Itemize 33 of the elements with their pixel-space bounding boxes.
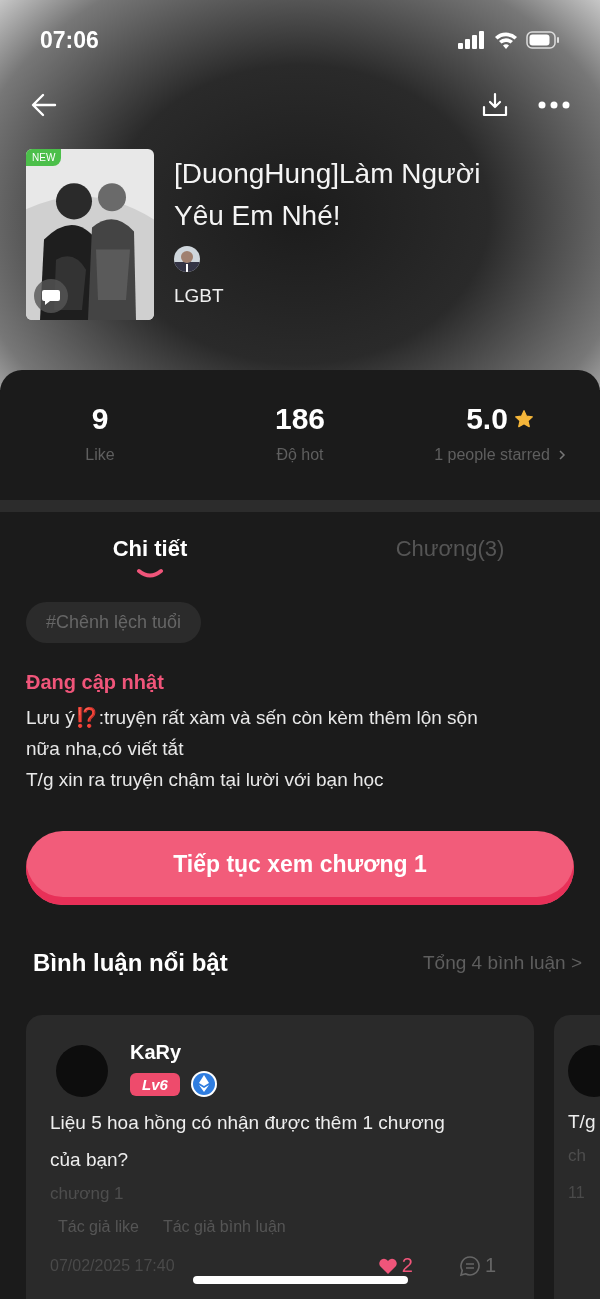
comment-text: T/g (568, 1110, 597, 1134)
back-icon[interactable] (30, 91, 58, 119)
description-text: Lưu ý⁉:truyện rất xàm và sến còn kèm thêm lộn sộn nữa nha,có viết tắt (26, 706, 479, 761)
comment-text: Liệu 5 hoa hồng có nhận được thêm 1 chương của bạn? (50, 1111, 446, 1172)
stat-value: 9 (91, 402, 109, 436)
new-badge: NEW (26, 149, 62, 166)
download-icon[interactable] (482, 92, 508, 118)
description-text: T/g xin ra truyện chậm tại lười với bạn học (26, 768, 385, 792)
chat-bubble-icon[interactable] (34, 279, 68, 313)
stat-label: Like (85, 446, 115, 464)
heart-icon[interactable] (377, 1256, 398, 1275)
level-badge: Lv6 (130, 1072, 180, 1096)
category-label[interactable]: LGBT (174, 285, 224, 307)
stat-value: 186 (274, 402, 326, 436)
tab-indicator (136, 568, 164, 578)
tab[interactable]: Chi tiết (112, 536, 188, 562)
wifi-icon (494, 31, 518, 49)
comment-icon[interactable] (458, 1254, 481, 1277)
stat-label: Độ hot (276, 446, 324, 464)
stat-value: 5.0 (466, 402, 508, 436)
reply-count: 1 (484, 1254, 496, 1277)
status-time: 07:06 (40, 26, 99, 54)
username[interactable]: KaRy (130, 1041, 218, 1064)
battery-icon (526, 31, 560, 49)
section-title: Bình luận nổi bật (33, 949, 228, 977)
signal-icon (458, 31, 486, 49)
status-text: Đang cập nhật (25, 670, 165, 694)
book-title: [DuongHung]Làm Người Yêu Em Nhé! (174, 157, 482, 233)
like-count: 2 (401, 1254, 413, 1277)
chevron-icon[interactable] (557, 449, 566, 461)
more-icon[interactable] (538, 101, 570, 109)
medal-icon (189, 1070, 218, 1098)
star-icon (513, 409, 534, 429)
